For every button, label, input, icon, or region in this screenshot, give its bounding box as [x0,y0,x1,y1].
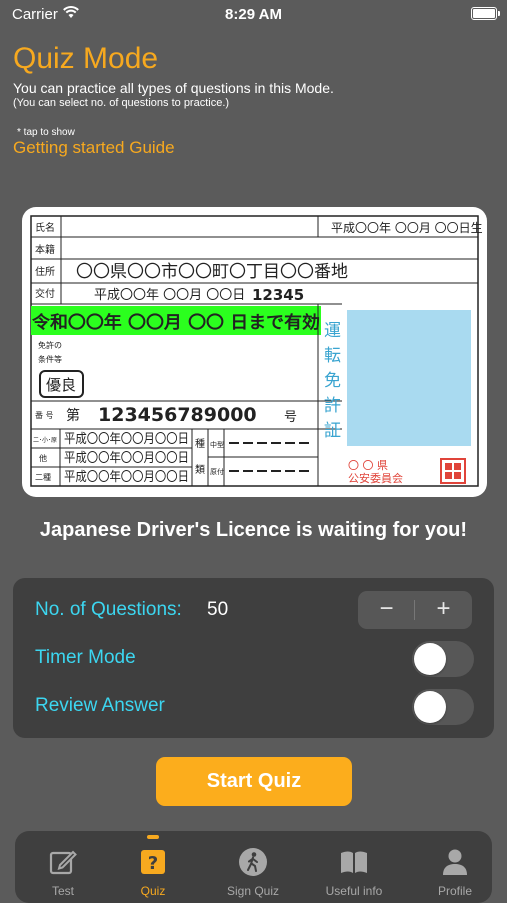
svg-text:?: ? [148,853,158,874]
person-icon [443,849,467,875]
name-label: 氏名 [35,221,55,234]
clock: 8:29 AM [225,6,282,23]
conditions-label-1: 免許の [38,340,62,350]
address-label: 住所 [35,265,55,278]
mode-description: You can practice all types of questions … [13,80,334,96]
mode-sub-description: (You can select no. of questions to prac… [13,97,230,109]
type-label-1: 種 [195,437,205,450]
vertical-title-4: 許 [324,396,341,416]
number-suffix: 号 [284,410,297,425]
type-mid: 中型 [210,440,224,449]
class-date-3: 平成〇〇年〇〇月〇〇日 [64,470,189,485]
tab-useful-info-label: Useful info [325,884,383,898]
toggle-knob [414,691,446,723]
review-answer-toggle[interactable] [412,689,474,725]
tagline: Japanese Driver's Licence is waiting for… [39,519,468,541]
quiz-settings-panel: No. of Questions: 50 − + Timer Mode Revi… [13,578,494,738]
excellent-badge: 優良 [46,376,76,394]
increment-button[interactable]: + [415,591,472,629]
decrement-button[interactable]: − [358,591,415,629]
domicile-label: 本籍 [35,243,55,256]
number-label: 番 号 [35,410,54,420]
active-tab-indicator [147,835,159,839]
licence-card-illustration: 氏名 平成〇〇年 〇〇月 〇〇日生 本籍 住所 〇〇県〇〇市〇〇町〇丁目〇〇番地… [22,207,487,497]
expiry-text: 令和〇〇年 〇〇月 〇〇 日まで有効 [32,312,320,333]
issuer-seal-icon [440,458,466,484]
photo-placeholder [347,310,471,446]
tab-sign-quiz-label: Sign Quiz [226,884,280,898]
questions-stepper[interactable]: − + [358,591,472,629]
class-label-1: 二･小･原 [33,436,57,444]
number-prefix: 第 [66,407,80,424]
issue-label: 交付 [35,287,55,300]
walking-person-icon [239,848,267,876]
review-answer-label: Review Answer [35,695,165,716]
tab-quiz[interactable]: ? Quiz [105,831,201,900]
pencil-square-icon [49,850,77,875]
vertical-title-5: 証 [324,421,341,441]
type-label-2: 類 [195,464,205,476]
battery-icon [471,7,500,20]
status-bar: Carrier 8:29 AM [0,0,507,28]
tab-test-label: Test [51,884,74,898]
tab-bar: Test ? Quiz Sign Quiz Useful info Profil… [15,831,492,903]
tab-test[interactable]: Test [15,831,111,900]
page-title: Quiz Mode [13,42,159,75]
timer-mode-label: Timer Mode [35,647,136,668]
vertical-title-1: 運 [324,321,341,341]
class-date-1: 平成〇〇年〇〇月〇〇日 [64,432,189,447]
vertical-title-3: 免 [324,371,341,391]
tab-quiz-label: Quiz [140,884,166,898]
tap-note: * tap to show [17,127,75,138]
class-date-2: 平成〇〇年〇〇月〇〇日 [64,451,189,466]
issue-date: 平成〇〇年 〇〇月 〇〇日 [94,288,245,303]
getting-started-guide-link[interactable]: Getting started Guide [13,138,175,158]
toggle-knob [414,643,446,675]
class-label-2: 他 [39,453,47,463]
timer-mode-toggle[interactable] [412,641,474,677]
issuer: 公安委員会 [348,471,403,485]
birth-date: 平成〇〇年 〇〇月 〇〇日生 [331,221,483,235]
tab-useful-info[interactable]: Useful info [306,831,402,900]
tab-profile-label: Profile [437,884,472,898]
vertical-title-2: 転 [324,346,341,366]
issuer-top: 〇 〇 県 [348,459,388,472]
licence-number: 123456789000 [98,404,257,426]
questions-value: 50 [207,599,229,620]
conditions-label-2: 条件等 [38,354,62,364]
tab-sign-quiz[interactable]: Sign Quiz [205,831,301,900]
address: 〇〇県〇〇市〇〇町〇丁目〇〇番地 [76,262,348,282]
class-label-3: 二種 [35,472,51,482]
issue-number: 12345 [252,286,304,304]
tab-profile[interactable]: Profile [407,831,503,900]
book-icon [341,851,367,873]
start-quiz-button[interactable]: Start Quiz [156,757,352,806]
questions-label: No. of Questions: [35,599,182,620]
question-square-icon: ? [141,850,165,874]
type-orig: 原付 [210,467,224,476]
